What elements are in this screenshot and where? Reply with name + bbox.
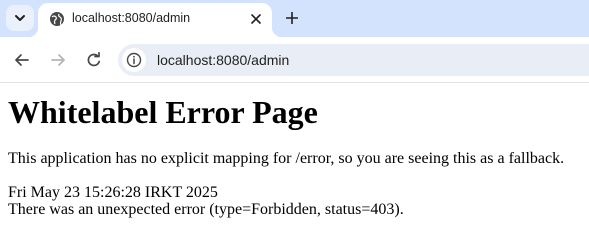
globe-icon xyxy=(50,12,64,26)
browser-toolbar: localhost:8080/admin xyxy=(0,37,589,83)
tab-strip: localhost:8080/admin xyxy=(0,0,589,37)
reload-icon xyxy=(87,52,101,67)
forward-button[interactable] xyxy=(46,48,70,72)
tab-active[interactable]: localhost:8080/admin xyxy=(28,3,282,37)
reload-button[interactable] xyxy=(82,48,106,72)
forward-arrow-icon xyxy=(51,54,65,66)
plus-icon xyxy=(286,12,298,24)
error-detail: There was an unexpected error (type=Forb… xyxy=(8,201,404,218)
page-content: Whitelabel Error Page This application h… xyxy=(8,83,583,218)
site-info-button[interactable] xyxy=(122,48,146,72)
back-arrow-icon xyxy=(15,54,29,66)
address-bar[interactable]: localhost:8080/admin xyxy=(118,44,589,76)
chevron-down-icon xyxy=(15,15,25,21)
error-timestamp: Fri May 23 15:26:28 IRKT 2025 xyxy=(8,184,218,201)
back-button[interactable] xyxy=(10,48,34,72)
page-title: Whitelabel Error Page xyxy=(8,94,318,130)
new-tab-button[interactable] xyxy=(280,6,304,30)
tab-title: localhost:8080/admin xyxy=(72,11,191,25)
url-text[interactable]: localhost:8080/admin xyxy=(157,52,289,68)
error-message: This application has no explicit mapping… xyxy=(8,150,565,167)
site-info-icon xyxy=(126,52,142,68)
close-icon xyxy=(251,14,261,24)
tab-close-button[interactable] xyxy=(246,9,266,29)
